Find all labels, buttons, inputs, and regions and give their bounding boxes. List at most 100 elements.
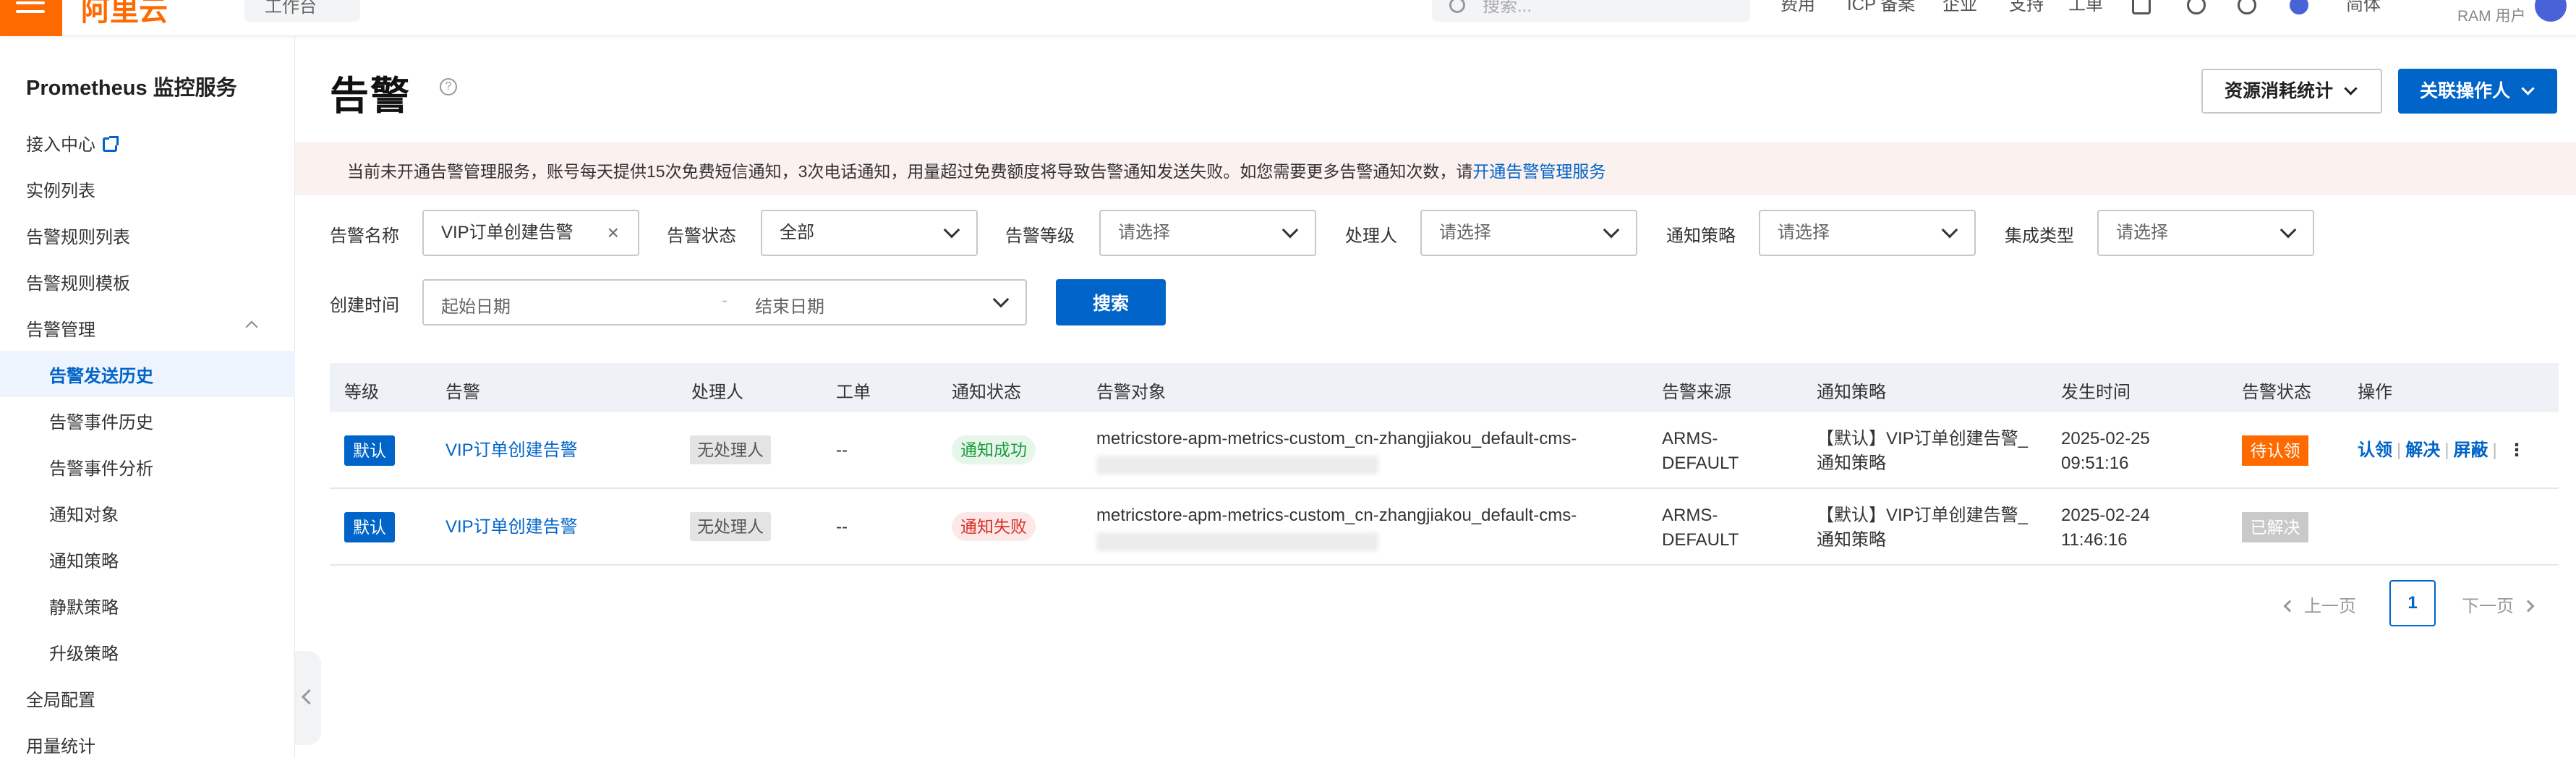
- handler-tag: 无处理人: [690, 512, 771, 541]
- chevron-down-icon: [992, 291, 1010, 308]
- alert-level-label: 告警等级: [1005, 226, 1075, 246]
- page-number-current[interactable]: 1: [2389, 580, 2436, 626]
- sidebar-item-global-config[interactable]: 全局配置: [26, 686, 95, 711]
- alert-object-text: metricstore-apm-metrics-custom_cn-zhangj…: [1096, 429, 1577, 448]
- user-avatar[interactable]: [2535, 0, 2567, 22]
- date-range-picker[interactable]: 起始日期 - 结束日期: [422, 279, 1027, 325]
- chevron-down-icon: [2344, 82, 2358, 95]
- resource-stats-button[interactable]: 资源消耗统计: [2201, 69, 2382, 114]
- sidebar-item-event-analysis[interactable]: 告警事件分析: [49, 454, 153, 480]
- next-page-button[interactable]: 下一页: [2462, 592, 2535, 617]
- sidebar-item-alert-management[interactable]: 告警管理: [26, 315, 95, 341]
- chevron-up-icon[interactable]: [245, 320, 258, 333]
- aliyun-logo[interactable]: 阿里云: [81, 0, 168, 29]
- workbench-button[interactable]: 工作台: [244, 0, 360, 22]
- help-circle-icon[interactable]: [2238, 0, 2256, 14]
- integration-type-placeholder: 请选择: [2116, 223, 2168, 242]
- level-tag: 默认: [344, 512, 395, 542]
- sidebar-item-notify-policy[interactable]: 通知策略: [49, 547, 119, 572]
- alert-level-select[interactable]: 请选择: [1099, 210, 1316, 256]
- alert-status-select[interactable]: 全部: [761, 210, 978, 256]
- alert-name-input[interactable]: VIP订单创建告警 ×: [422, 210, 639, 256]
- notify-status-badge: 通知失败: [952, 512, 1036, 541]
- column-header: 处理人: [691, 383, 743, 402]
- chevron-down-icon: [1281, 221, 1299, 239]
- claim-link[interactable]: 认领: [2358, 440, 2392, 460]
- nav-support[interactable]: 支持: [2009, 0, 2044, 15]
- global-search-input[interactable]: 搜索...: [1432, 0, 1750, 22]
- separator: |: [2492, 440, 2497, 460]
- occur-date: 2025-02-24: [2061, 506, 2150, 525]
- resource-stats-label: 资源消耗统计: [2225, 81, 2334, 101]
- ticket-value: --: [836, 517, 848, 537]
- sidebar-item-event-history[interactable]: 告警事件历史: [49, 408, 153, 433]
- handler-label: 处理人: [1345, 226, 1397, 246]
- nav-enterprise[interactable]: 企业: [1942, 0, 1977, 15]
- sidebar-item-alert-rules[interactable]: 告警规则列表: [26, 223, 130, 248]
- sidebar-item-escalation-policy[interactable]: 升级策略: [49, 639, 119, 665]
- column-header: 发生时间: [2061, 383, 2131, 402]
- notify-policy-select[interactable]: 请选择: [1759, 210, 1976, 256]
- alert-name-label: 告警名称: [330, 226, 399, 246]
- range-separator: -: [722, 291, 728, 310]
- alert-object-text: metricstore-apm-metrics-custom_cn-zhangj…: [1096, 506, 1577, 525]
- integration-type-select[interactable]: 请选择: [2097, 210, 2314, 256]
- column-header: 工单: [836, 383, 871, 402]
- column-header: 告警: [445, 383, 480, 402]
- sidebar-item-send-history[interactable]: 告警发送历史: [49, 362, 153, 387]
- top-bar: 阿里云 工作台 搜索... 费用 ICP 备案 企业 支持 工单 简体 RAM …: [0, 0, 2576, 36]
- help-icon[interactable]: ?: [440, 78, 457, 95]
- alert-level-placeholder: 请选择: [1118, 223, 1170, 242]
- row-divider: [330, 564, 2559, 566]
- sidebar: Prometheus 监控服务 接入中心 实例列表 告警规则列表 告警规则模板 …: [0, 36, 295, 758]
- end-date-input[interactable]: 结束日期: [755, 292, 824, 318]
- sidebar-item-notify-objects[interactable]: 通知对象: [49, 501, 119, 526]
- hamburger-menu-button[interactable]: [0, 0, 62, 36]
- notify-policy-text: 【默认】VIP订单创建告警_: [1817, 506, 2029, 525]
- sidebar-item-usage-stats[interactable]: 用量统计: [26, 732, 95, 757]
- alert-status-badge: 待认领: [2242, 435, 2308, 466]
- nav-icp[interactable]: ICP 备案: [1847, 0, 1915, 15]
- alert-status-value: 全部: [780, 223, 814, 242]
- enable-alert-service-link[interactable]: 开通告警管理服务: [1472, 162, 1605, 181]
- redacted-text: [1096, 532, 1378, 551]
- image-icon[interactable]: [2132, 0, 2151, 14]
- handler-select[interactable]: 请选择: [1420, 210, 1637, 256]
- more-actions-icon[interactable]: ⋮: [2508, 438, 2525, 463]
- prev-page-button[interactable]: 上一页: [2283, 592, 2356, 617]
- occur-date: 2025-02-25: [2061, 429, 2150, 448]
- sidebar-item-silence-policy[interactable]: 静默策略: [49, 593, 119, 618]
- notify-policy-label: 通知策略: [1666, 226, 1736, 246]
- alert-name-link[interactable]: VIP订单创建告警: [445, 438, 578, 463]
- search-button[interactable]: 搜索: [1056, 279, 1166, 325]
- occur-time: 09:51:16: [2061, 453, 2129, 473]
- notify-policy-text: 通知策略: [1817, 530, 1886, 550]
- contact-operator-label: 关联操作人: [2420, 81, 2511, 101]
- contact-operator-button[interactable]: 关联操作人: [2398, 69, 2557, 114]
- chevron-down-icon: [1941, 221, 1958, 239]
- nav-billing[interactable]: 费用: [1780, 0, 1815, 15]
- sidebar-collapse-button[interactable]: [295, 651, 321, 745]
- alert-name-link[interactable]: VIP订单创建告警: [445, 515, 578, 540]
- column-header: 等级: [344, 383, 379, 402]
- product-icon[interactable]: [2290, 0, 2308, 14]
- resolve-link[interactable]: 解决: [2405, 440, 2440, 460]
- column-header: 通知状态: [952, 383, 1021, 402]
- clear-icon[interactable]: ×: [607, 211, 619, 255]
- sidebar-title: Prometheus 监控服务: [26, 77, 237, 100]
- bell-icon[interactable]: [2187, 0, 2206, 14]
- chevron-right-icon: [2522, 600, 2535, 613]
- row-divider: [330, 487, 2559, 489]
- level-tag: 默认: [344, 435, 395, 466]
- language-switch[interactable]: 简体: [2346, 0, 2381, 15]
- operations-cell: 认领 | 解决 | 屏蔽 |: [2358, 438, 2502, 463]
- ram-user-label[interactable]: RAM 用户: [2457, 4, 2526, 26]
- sidebar-item-access-center[interactable]: 接入中心: [26, 130, 119, 156]
- nav-ticket[interactable]: 工单: [2068, 0, 2103, 15]
- mute-link[interactable]: 屏蔽: [2453, 440, 2488, 460]
- sidebar-item-instances[interactable]: 实例列表: [26, 176, 95, 202]
- alert-source-text: DEFAULT: [1662, 530, 1739, 550]
- sidebar-item-alert-templates[interactable]: 告警规则模板: [26, 269, 130, 294]
- alert-source-text: DEFAULT: [1662, 453, 1739, 473]
- start-date-input[interactable]: 起始日期: [441, 292, 511, 318]
